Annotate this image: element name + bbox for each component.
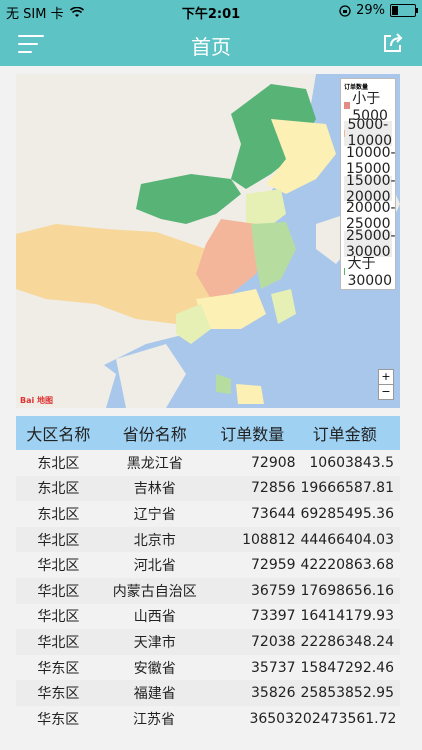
table-row[interactable]: 华北区 山西省 73397 16414179.93: [16, 604, 400, 630]
battery-icon: [390, 4, 418, 17]
cell-province: 安徽省: [133, 660, 176, 677]
cell-order-amount: 17698656.16: [300, 582, 394, 599]
header-order-count: 订单数量: [220, 425, 285, 444]
cell-province: 北京市: [133, 532, 176, 549]
table-row[interactable]: 东北区 辽宁省 73644 69285495.36: [16, 501, 400, 527]
cell-order-amount: 44466404.03: [300, 531, 394, 548]
map-legend: 订单数量 小于5000 5000-10000 10000-15000 15000-20…: [340, 78, 396, 291]
status-right: 29%: [339, 3, 418, 18]
legend-item: 5000-10000: [344, 117, 392, 149]
cell-province: 河北省: [133, 558, 176, 575]
table-row[interactable]: 华北区 内蒙古自治区 36759 17698656.16: [16, 577, 400, 604]
cell-order-amount: 25853852.95: [300, 685, 394, 702]
cell-region: 东北区: [37, 506, 80, 523]
cell-order-count: 35826: [251, 685, 296, 702]
legend-swatch: [344, 129, 346, 137]
cell-region: 华北区: [37, 558, 80, 575]
legend-swatch: [344, 102, 351, 110]
legend-item: 大于30000: [344, 256, 392, 289]
cell-order-count: 36503: [249, 710, 294, 727]
cell-province: 吉林省: [133, 481, 176, 498]
cell-region: 华北区: [37, 609, 80, 626]
table-row[interactable]: 华东区 江苏省 36503 202473561.72: [16, 706, 400, 732]
cell-order-amount: 42220863.68: [300, 557, 394, 574]
legend-item: 15000-20000: [344, 173, 396, 205]
battery-percent: 29%: [356, 3, 385, 18]
table-row[interactable]: 东北区 吉林省 72856 19666587.81: [16, 475, 400, 502]
cell-order-amount: 10603843.5: [309, 454, 394, 471]
page-title: 首页: [191, 35, 231, 59]
orders-table: 大区名称 省份名称 订单数量 订单金额 东北区 黑龙江省 72908 10603843…: [16, 416, 400, 732]
cell-province: 福建省: [133, 686, 176, 703]
table-row[interactable]: 华北区 北京市 108812 44466404.03: [16, 526, 400, 553]
cell-order-count: 72908: [251, 454, 296, 471]
status-bar: 无 SIM 卡 下午2:01 29%: [0, 0, 422, 22]
cell-order-amount: 16414179.93: [300, 608, 394, 625]
cell-order-amount: 19666587.81: [300, 480, 394, 497]
legend-item: 20000-25000: [344, 200, 396, 232]
table-row[interactable]: 华北区 河北省 72959 42220863.68: [16, 552, 400, 578]
cell-order-count: 73644: [251, 505, 296, 522]
orientation-lock-icon: [339, 4, 351, 17]
cell-region: 华北区: [37, 634, 80, 651]
table-body: 东北区 黑龙江省 72908 10603843.5 东北区 吉林省 72856 1966658…: [16, 450, 400, 732]
table-row[interactable]: 华北区 天津市 72038 22286348.24: [16, 629, 400, 655]
header-region: 大区名称: [26, 425, 91, 444]
cell-region: 东北区: [37, 455, 80, 472]
table-row[interactable]: 华东区 安徽省 35737 15847292.46: [16, 655, 400, 681]
zoom-in-button[interactable]: +: [379, 370, 393, 384]
cell-province: 山西省: [133, 609, 176, 626]
cell-region: 华北区: [37, 532, 80, 549]
cell-region: 东北区: [37, 481, 80, 498]
cell-region: 华东区: [37, 660, 80, 677]
zoom-control: + −: [378, 369, 394, 400]
cell-region: 华东区: [37, 711, 80, 728]
cell-province: 天津市: [133, 634, 176, 651]
cell-order-amount: 69285495.36: [300, 505, 394, 522]
cell-province: 黑龙江省: [126, 455, 183, 472]
cell-order-count: 72959: [251, 557, 296, 574]
map-attribution: Bai 地图: [20, 396, 54, 405]
cell-region: 华北区: [37, 583, 80, 600]
cell-province: 内蒙古自治区: [112, 583, 197, 600]
legend-item: 小于5000: [344, 91, 392, 124]
header-province: 省份名称: [122, 425, 187, 444]
cell-order-amount: 15847292.46: [300, 659, 394, 676]
cell-order-count: 72856: [251, 480, 296, 497]
cell-order-count: 72038: [251, 633, 296, 650]
cell-order-amount: 22286348.24: [300, 633, 394, 650]
cell-province: 辽宁省: [133, 506, 176, 523]
nav-bar: 首页: [0, 22, 422, 66]
table-row[interactable]: 华东区 福建省 35826 25853852.95: [16, 680, 400, 706]
cell-province: 江苏省: [133, 711, 176, 728]
table-row[interactable]: 东北区 黑龙江省 72908 10603843.5: [16, 450, 400, 476]
cell-order-count: 35737: [251, 659, 296, 676]
legend-swatch: [344, 267, 346, 275]
china-map[interactable]: 订单数量 小于5000 5000-10000 10000-15000 15000-20…: [16, 74, 400, 408]
legend-item: 10000-15000: [344, 145, 396, 177]
cell-order-amount: 202473561.72: [294, 710, 397, 727]
share-icon[interactable]: [382, 32, 404, 54]
legend-label: 大于30000: [347, 256, 392, 290]
cell-order-count: 108812: [242, 531, 296, 548]
zoom-out-button[interactable]: −: [379, 384, 393, 399]
header-order-amount: 订单金额: [312, 425, 377, 444]
table-header: 大区名称 省份名称 订单数量 订单金额: [16, 416, 400, 450]
cell-order-count: 73397: [251, 608, 296, 625]
cell-region: 华东区: [37, 686, 80, 703]
cell-order-count: 36759: [251, 582, 296, 599]
